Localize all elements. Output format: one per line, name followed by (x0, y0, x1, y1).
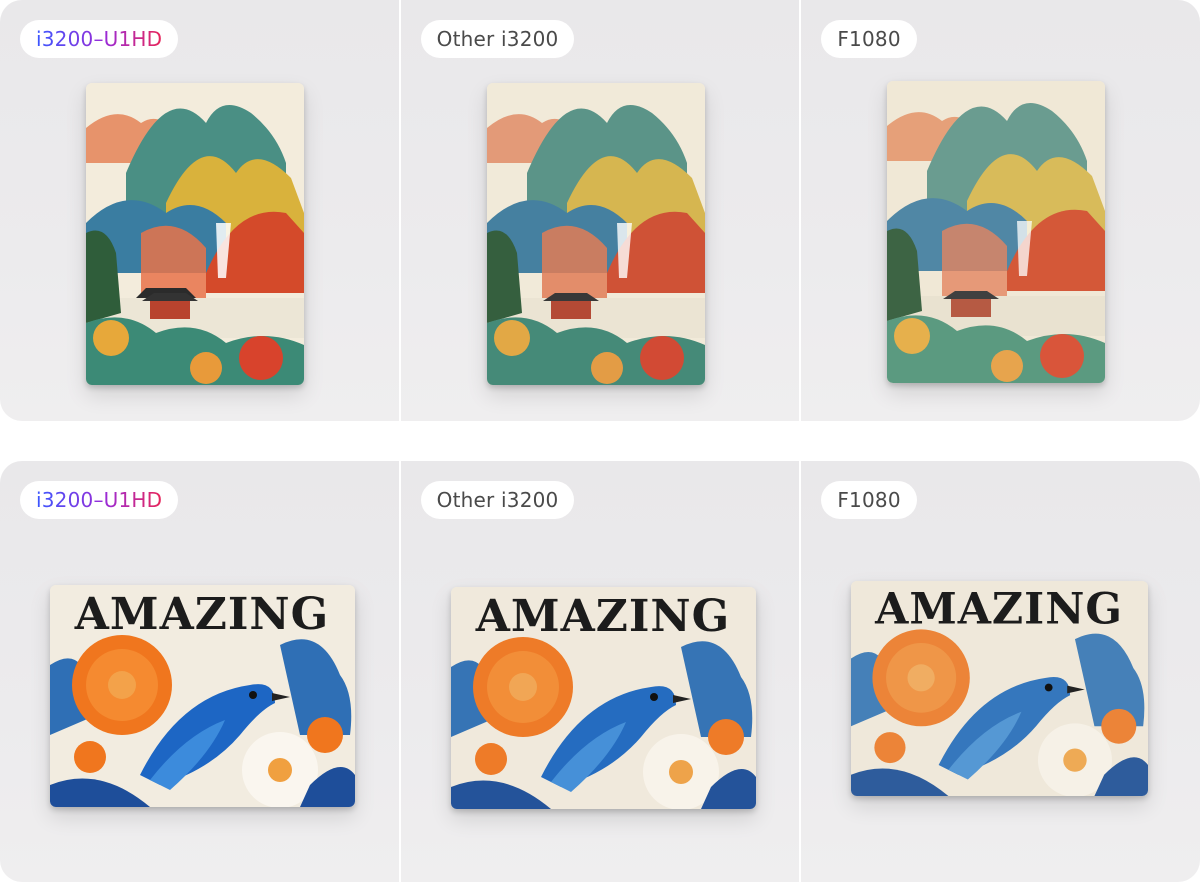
bird-flower-print: AMAZING (851, 581, 1149, 796)
printer-label-badge: i3200–U1HD (20, 20, 179, 58)
bird-flower-image: AMAZING (50, 585, 355, 807)
panel-i3200-u1hd-bird: i3200–U1HD AMAZING (0, 461, 399, 882)
printer-label: Other i3200 (436, 27, 559, 51)
printer-label-badge: i3200–U1HD (20, 481, 179, 519)
printer-label: Other i3200 (436, 488, 559, 512)
printer-label-badge: Other i3200 (420, 20, 575, 58)
comparison-grid: i3200–U1HD Other i3200 F1080 i3200–U1HD … (0, 0, 1200, 882)
landscape-painting-image (86, 83, 304, 385)
bird-flower-print: AMAZING (50, 585, 355, 807)
panel-f1080-bird: F1080 AMAZING (801, 461, 1200, 882)
bird-flower-image: AMAZING (450, 587, 756, 809)
panel-other-i3200-landscape: Other i3200 (400, 0, 800, 421)
printer-label-badge: F1080 (821, 481, 917, 519)
landscape-painting-image (887, 81, 1106, 383)
printer-label: i3200–U1HD (36, 488, 163, 512)
landscape-painting-image (486, 83, 705, 385)
panel-other-i3200-bird: Other i3200 AMAZING (400, 461, 800, 882)
landscape-painting-print (486, 83, 705, 385)
printer-label: F1080 (837, 27, 901, 51)
row-bird-flower: i3200–U1HD AMAZING Other i3200 AMAZING F… (0, 461, 1200, 882)
print-headline: AMAZING (874, 585, 1123, 635)
panel-i3200-u1hd-landscape: i3200–U1HD (0, 0, 399, 421)
printer-label: F1080 (837, 488, 901, 512)
printer-label-badge: F1080 (821, 20, 917, 58)
printer-label: i3200–U1HD (36, 27, 163, 51)
panel-f1080-landscape: F1080 (801, 0, 1200, 421)
landscape-painting-print (86, 83, 304, 385)
print-headline: AMAZING (474, 591, 729, 642)
bird-flower-print: AMAZING (450, 587, 756, 809)
row-landscape-painting: i3200–U1HD Other i3200 F1080 (0, 0, 1200, 421)
printer-label-badge: Other i3200 (420, 481, 575, 519)
landscape-painting-print (887, 81, 1106, 383)
bird-flower-image: AMAZING (851, 581, 1149, 796)
print-headline: AMAZING (74, 589, 329, 640)
